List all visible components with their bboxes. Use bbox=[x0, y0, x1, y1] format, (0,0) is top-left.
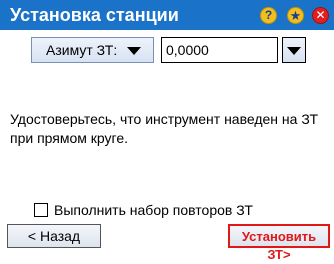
close-icon[interactable]: ✕ bbox=[312, 7, 329, 24]
repeat-set-checkbox-label[interactable]: Выполнить набор повторов ЗТ bbox=[54, 202, 253, 219]
instruction-message: Удостоверьтесь, что инструмент наведен н… bbox=[10, 111, 319, 146]
help-icon[interactable]: ? bbox=[260, 7, 277, 24]
window-title: Установка станции bbox=[10, 5, 179, 25]
value-input[interactable]: 0,0000 bbox=[161, 37, 278, 63]
set-backsight-button[interactable]: Установить ЗТ> bbox=[228, 224, 330, 262]
repeat-set-checkbox[interactable] bbox=[34, 203, 48, 217]
mode-select[interactable]: Азимут ЗТ: bbox=[31, 37, 154, 63]
chevron-down-icon bbox=[287, 47, 301, 55]
back-button[interactable]: < Назад bbox=[7, 224, 101, 248]
value-dropdown-button[interactable] bbox=[282, 37, 306, 63]
mode-select-value: Азимут ЗТ: bbox=[46, 42, 118, 58]
chevron-down-icon bbox=[127, 47, 141, 55]
title-bar: Установка станции ? ★ ✕ bbox=[0, 0, 334, 30]
star-icon[interactable]: ★ bbox=[287, 7, 304, 24]
